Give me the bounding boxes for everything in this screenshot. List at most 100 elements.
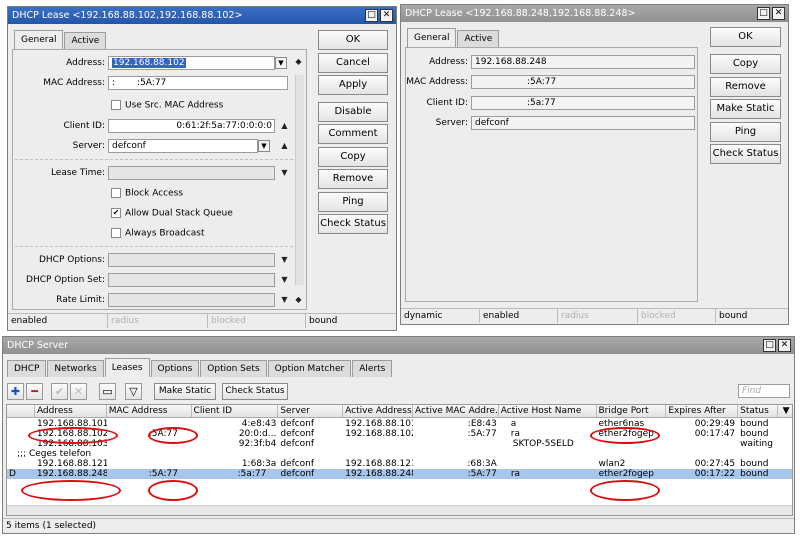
lease2-title-bar[interactable]: DHCP Lease <192.168.88.248,192.168.88.24… <box>401 5 788 22</box>
ping-button[interactable]: Ping <box>318 192 388 212</box>
mac-field[interactable]: ::5A:77 <box>108 76 288 90</box>
client-id-field[interactable]: :5a:77 <box>471 96 695 110</box>
highlight-ring <box>148 427 198 444</box>
make-static-button[interactable]: Make Static <box>710 99 781 119</box>
dhcp-option-set-dropdown-icon[interactable]: ▼ <box>279 274 290 286</box>
table-row-selected[interactable]: D 192.168.88.248 :5A:77 :5a:77 defconf 1… <box>7 469 792 479</box>
filter-icon[interactable]: ▽ <box>125 383 142 400</box>
table-row[interactable]: 192.168.88.102 :5A:77 20:0:d... defconf … <box>7 429 792 439</box>
rate-limit-add-icon[interactable]: ◆ <box>293 294 304 306</box>
find-input[interactable]: Find <box>738 384 790 398</box>
cancel-button[interactable]: Cancel <box>318 53 388 73</box>
copy-button[interactable]: Copy <box>318 147 388 167</box>
col-active-address[interactable]: Active Address <box>343 405 413 417</box>
client-id-label: Client ID: <box>63 121 105 131</box>
col-address[interactable]: Address <box>35 405 107 417</box>
allow-dual-stack-checkbox[interactable]: ✔ Allow Dual Stack Queue <box>111 208 233 219</box>
mac-field[interactable]: :5A:77 <box>471 75 695 89</box>
leases-table: Address MAC Address Client ID Server Act… <box>6 404 793 516</box>
dhcp-options-field[interactable] <box>108 253 275 267</box>
tab-active[interactable]: Active <box>457 30 500 47</box>
disable-button[interactable]: Disable <box>318 102 388 122</box>
address-field[interactable]: 192.168.88.102 <box>108 56 275 70</box>
comment-icon[interactable]: ▭ <box>99 383 116 400</box>
tab-option-matcher[interactable]: Option Matcher <box>267 360 352 377</box>
comment-button[interactable]: Comment <box>318 124 388 144</box>
check-status-button[interactable]: Check Status <box>222 383 288 400</box>
client-id-field[interactable]: 0:61:2f:5a:77:0:0:0:0 <box>108 119 275 133</box>
client-id-collapse-icon[interactable]: ▲ <box>279 120 290 132</box>
table-row[interactable]: 192.168.88.101 4:e8:43 defconf 192.168.8… <box>7 419 792 429</box>
tab-general[interactable]: General <box>14 30 64 49</box>
tab-option-sets[interactable]: Option Sets <box>200 360 267 377</box>
server-title-bar[interactable]: DHCP Server □ ✕ <box>3 337 794 354</box>
group-comment: ;;; Ceges telefon <box>17 449 92 459</box>
remove-button[interactable]: Remove <box>710 77 781 97</box>
tab-general[interactable]: General <box>407 28 457 47</box>
add-icon[interactable]: ✚ <box>7 383 24 400</box>
status-radius: radius <box>558 309 638 323</box>
enable-icon[interactable]: ✔ <box>51 383 68 400</box>
lease-time-field[interactable] <box>108 166 275 180</box>
always-broadcast-checkbox[interactable]: Always Broadcast <box>111 228 205 239</box>
disable-icon[interactable]: ✕ <box>70 383 87 400</box>
horizontal-scrollbar[interactable] <box>7 505 792 515</box>
col-client-id[interactable]: Client ID <box>192 405 279 417</box>
col-server[interactable]: Server <box>278 405 344 417</box>
remove-button[interactable]: Remove <box>318 169 388 189</box>
highlight-ring <box>148 480 198 501</box>
apply-button[interactable]: Apply <box>318 75 388 95</box>
block-access-checkbox[interactable]: Block Access <box>111 188 183 199</box>
dhcp-options-dropdown-icon[interactable]: ▼ <box>279 254 290 266</box>
col-mac[interactable]: MAC Address <box>107 405 192 417</box>
tab-options[interactable]: Options <box>150 360 200 377</box>
copy-button[interactable]: Copy <box>710 54 781 74</box>
ping-button[interactable]: Ping <box>710 122 781 142</box>
col-bridge-port[interactable]: Bridge Port <box>597 405 667 417</box>
server-field[interactable]: defconf <box>108 139 258 153</box>
restore-icon[interactable]: □ <box>763 339 776 352</box>
tab-alerts[interactable]: Alerts <box>352 360 393 377</box>
lease1-title-bar[interactable]: DHCP Lease <192.168.88.102,192.168.88.10… <box>8 7 396 24</box>
check-status-button[interactable]: Check Status <box>318 214 388 234</box>
rate-limit-dropdown-icon[interactable]: ▼ <box>279 294 290 306</box>
rate-limit-label: Rate Limit: <box>56 295 105 305</box>
dhcp-option-set-field[interactable] <box>108 273 275 287</box>
add-address-icon[interactable]: ◆ <box>293 56 304 68</box>
status-blocked: blocked <box>208 314 306 328</box>
remove-icon[interactable]: ━ <box>26 383 43 400</box>
close-icon[interactable]: ✕ <box>778 339 791 352</box>
col-active-host[interactable]: Active Host Name <box>499 405 597 417</box>
lease1-scrollbar[interactable] <box>295 75 304 285</box>
restore-icon[interactable]: □ <box>757 7 770 20</box>
table-row[interactable]: 192.168.88.103 92:3f:b4 defconf SKTOP-5S… <box>7 439 792 449</box>
server-label: Server: <box>72 141 105 151</box>
use-src-mac-checkbox[interactable]: Use Src. MAC Address <box>111 100 223 111</box>
tab-active[interactable]: Active <box>64 32 107 49</box>
lease-time-dropdown-icon[interactable]: ▼ <box>279 167 290 179</box>
check-status-button[interactable]: Check Status <box>710 144 781 164</box>
client-id-label: Client ID: <box>426 98 468 108</box>
table-body: 192.168.88.101 4:e8:43 defconf 192.168.8… <box>7 418 792 479</box>
address-field[interactable]: 192.168.88.248 <box>471 55 695 69</box>
tab-networks[interactable]: Networks <box>47 360 104 377</box>
make-static-button[interactable]: Make Static <box>154 383 216 400</box>
col-expires[interactable]: Expires After <box>666 405 739 417</box>
restore-icon[interactable]: □ <box>365 9 378 22</box>
ok-button[interactable]: OK <box>710 27 781 47</box>
server-collapse-icon[interactable]: ▲ <box>279 140 290 152</box>
tab-leases[interactable]: Leases <box>104 358 150 377</box>
address-dropdown-icon[interactable]: ▼ <box>275 57 287 69</box>
server-field[interactable]: defconf <box>471 116 695 130</box>
status-radius: radius <box>108 314 208 328</box>
rate-limit-field[interactable] <box>108 293 275 307</box>
server-dropdown-icon[interactable]: ▼ <box>258 140 270 152</box>
table-row[interactable]: 192.168.88.121 1:68:3a defconf 192.168.8… <box>7 459 792 469</box>
col-status[interactable]: Status <box>738 405 779 417</box>
ok-button[interactable]: OK <box>318 30 388 50</box>
col-active-mac[interactable]: Active MAC Addre... <box>413 405 499 417</box>
tab-dhcp[interactable]: DHCP <box>7 360 47 377</box>
column-menu-icon[interactable]: ▼ <box>778 405 792 417</box>
close-icon[interactable]: ✕ <box>380 9 393 22</box>
close-icon[interactable]: ✕ <box>772 7 785 20</box>
